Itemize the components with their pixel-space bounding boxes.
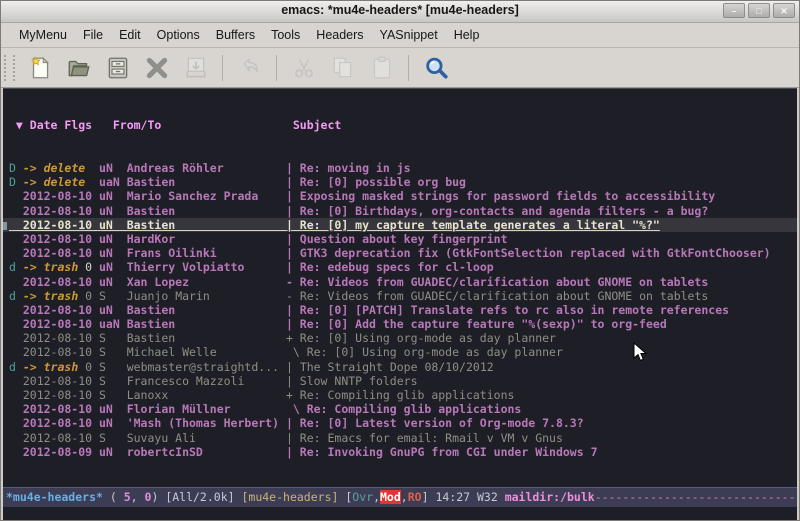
open-folder-icon[interactable] (61, 51, 96, 84)
message-row[interactable]: D -> delete uaN Bastien | Re: [0] possib… (3, 175, 797, 189)
menubar: MyMenuFileEditOptionsBuffersToolsHeaders… (1, 23, 799, 48)
modeline-segment-mod: Mod (380, 490, 401, 504)
headers-column-header[interactable]: ▼ Date Flgs From/To Subject (3, 117, 797, 133)
close-buffer-icon[interactable] (139, 51, 174, 84)
message-row[interactable]: 2012-08-10 uN Frans Oilinki | GTK3 depre… (3, 246, 797, 260)
menu-item-mymenu[interactable]: MyMenu (11, 26, 75, 44)
toolbar-drag-handle[interactable] (4, 55, 15, 81)
message-row[interactable]: 2012-08-10 uN Florian Müllner \ Re: Comp… (3, 402, 797, 416)
message-row[interactable]: 2012-08-10 S Lanoxx + Re: Compiling glib… (3, 388, 797, 402)
search-icon[interactable] (418, 51, 453, 84)
minimize-button[interactable]: – (723, 3, 745, 18)
frame-client-area: ▼ Date Flgs From/To Subject D -> delete … (1, 88, 799, 521)
modeline-segment-buf: *mu4e-headers* (6, 490, 103, 504)
modeline-segment-num: 5 (124, 490, 131, 504)
paste-icon (364, 51, 399, 84)
message-row[interactable]: 2012-08-10 uN Bastien | Re: [0] Birthday… (3, 204, 797, 218)
menu-item-yasnippet[interactable]: YASnippet (372, 26, 446, 44)
message-row[interactable]: 2012-08-10 uN Bastien | Re: [0] [PATCH] … (3, 303, 797, 317)
modeline-segment-ovr: Ovr (352, 490, 373, 504)
message-row[interactable]: 2012-08-10 uN HardKor | Question about k… (3, 232, 797, 246)
modeline-segment-dash: ---------------------------------------- (595, 490, 797, 504)
new-file-icon[interactable] (22, 51, 57, 84)
undo-icon (232, 51, 267, 84)
message-row[interactable]: 2012-08-10 uaN Bastien | Re: [0] Add the… (3, 317, 797, 331)
emacs-window: emacs: *mu4e-headers* [mu4e-headers] –□✕… (0, 0, 800, 521)
echo-area (3, 507, 797, 520)
message-row[interactable]: 2012-08-10 S Francesco Mazzoli | Slow NN… (3, 374, 797, 388)
modeline-segment-ro: RO (408, 490, 422, 504)
maximize-button[interactable]: □ (748, 3, 770, 18)
save-as-icon (178, 51, 213, 84)
modeline-segment-dir: maildir:/bulk (505, 490, 595, 504)
modeline-segment-p: [All/2.0k] (165, 490, 241, 504)
modeline-segment-p: , (401, 490, 408, 504)
mu4e-headers-buffer[interactable]: ▼ Date Flgs From/To Subject D -> delete … (3, 88, 797, 487)
menu-item-buffers[interactable]: Buffers (208, 26, 263, 44)
modeline-segment-mode: [mu4e-headers] (241, 490, 345, 504)
mouse-cursor (633, 342, 649, 364)
message-row[interactable]: 2012-08-10 S Bastien + Re: [0] Using org… (3, 331, 797, 345)
window-title: emacs: *mu4e-headers* [mu4e-headers] (1, 3, 799, 17)
mode-line[interactable]: *mu4e-headers* ( 5, 0) [All/2.0k] [mu4e-… (3, 487, 797, 507)
message-row[interactable]: 2012-08-10 S Michael Welle \ Re: [0] Usi… (3, 345, 797, 359)
toolbar (1, 48, 799, 88)
modeline-segment-p: 14:27 W32 (435, 490, 504, 504)
message-row[interactable]: 2012-08-10 uN 'Mash (Thomas Herbert) | R… (3, 416, 797, 430)
message-row[interactable]: 2012-08-10 uN Mario Sanchez Prada | Expo… (3, 189, 797, 203)
cut-icon (286, 51, 321, 84)
message-row[interactable]: 2012-08-10 uN Xan Lopez - Re: Videos fro… (3, 275, 797, 289)
toolbar-separator (222, 55, 223, 81)
message-row[interactable]: 2012-08-10 S Suvayu Ali | Re: Emacs for … (3, 431, 797, 445)
modeline-segment-p: ) (151, 490, 165, 504)
message-row[interactable]: d -> trash 0 uN Thierry Volpiatto | Re: … (3, 260, 797, 274)
toolbar-separator (408, 55, 409, 81)
message-row[interactable]: d -> trash 0 S webmaster@straightd... | … (3, 360, 797, 374)
modeline-segment-p: , (131, 490, 145, 504)
menu-item-headers[interactable]: Headers (308, 26, 371, 44)
message-row[interactable]: D -> delete uN Andreas Röhler | Re: movi… (3, 161, 797, 175)
menu-item-edit[interactable]: Edit (111, 26, 149, 44)
menu-item-file[interactable]: File (75, 26, 111, 44)
menu-item-tools[interactable]: Tools (263, 26, 308, 44)
toolbar-separator (276, 55, 277, 81)
modeline-segment-p: ] (422, 490, 436, 504)
window-controls: –□✕ (723, 3, 795, 18)
message-row[interactable]: 2012-08-09 uN robertcInSD | Re: Invoking… (3, 445, 797, 459)
message-row[interactable]: d -> trash 0 S Juanjo Marin - Re: Videos… (3, 289, 797, 303)
save-icon[interactable] (100, 51, 135, 84)
message-row-current[interactable]: 2012-08-10 uN Bastien | Re: [0] my captu… (3, 218, 797, 232)
close-button[interactable]: ✕ (773, 3, 795, 18)
fringe-cursor-marker (3, 222, 7, 230)
modeline-segment-p: , (373, 490, 380, 504)
copy-icon (325, 51, 360, 84)
menu-item-help[interactable]: Help (446, 26, 488, 44)
modeline-segment-p: ( (103, 490, 124, 504)
title-bar[interactable]: emacs: *mu4e-headers* [mu4e-headers] –□✕ (1, 1, 799, 23)
message-list: D -> delete uN Andreas Röhler | Re: movi… (3, 161, 797, 459)
menu-item-options[interactable]: Options (149, 26, 208, 44)
